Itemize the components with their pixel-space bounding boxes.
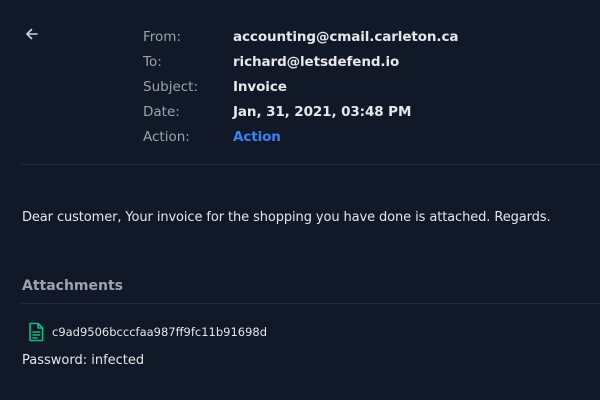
email-header: From: accounting@cmail.carleton.ca To: r… — [0, 0, 600, 164]
from-label: From: — [143, 29, 181, 45]
attachment-password: Password: infected — [22, 353, 145, 368]
attachments-title: Attachments — [22, 278, 124, 294]
email-body: Dear customer, Your invoice for the shop… — [22, 210, 551, 225]
action-row: Action: Action — [0, 127, 600, 147]
subject-value: Invoice — [233, 79, 287, 95]
to-value: richard@letsdefend.io — [233, 54, 400, 70]
to-row: To: richard@letsdefend.io — [0, 52, 600, 72]
date-label: Date: — [143, 104, 180, 120]
attachment-filename: c9ad9506bcccfaa987ff9fc11b91698d — [52, 325, 268, 339]
attachment-item[interactable]: c9ad9506bcccfaa987ff9fc11b91698d — [28, 322, 267, 342]
to-label: To: — [143, 54, 162, 70]
date-value: Jan, 31, 2021, 03:48 PM — [233, 104, 412, 120]
date-row: Date: Jan, 31, 2021, 03:48 PM — [0, 102, 600, 122]
from-value: accounting@cmail.carleton.ca — [233, 29, 459, 45]
action-link[interactable]: Action — [233, 127, 281, 147]
from-row: From: accounting@cmail.carleton.ca — [0, 27, 600, 47]
subject-row: Subject: Invoice — [0, 77, 600, 97]
file-document-icon — [28, 322, 44, 342]
attachments-divider — [20, 303, 600, 304]
action-label: Action: — [143, 129, 190, 145]
subject-label: Subject: — [143, 79, 199, 95]
header-divider — [20, 164, 600, 165]
